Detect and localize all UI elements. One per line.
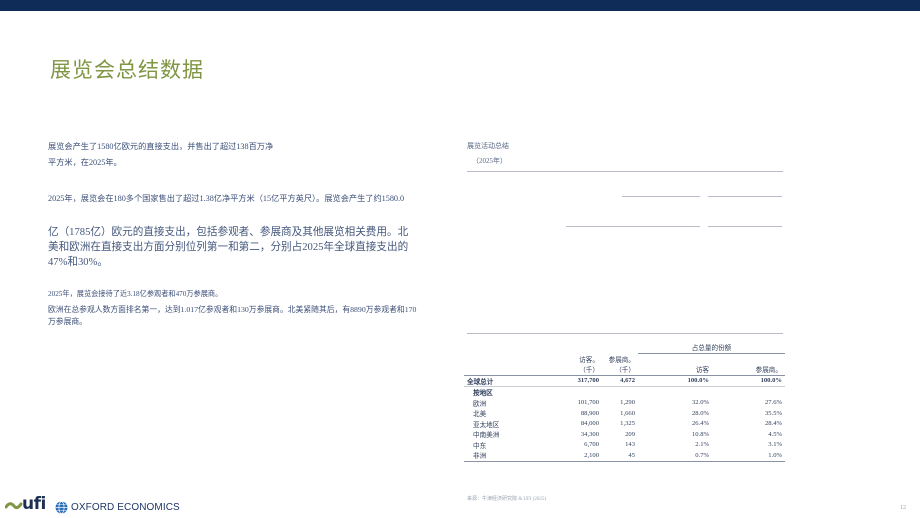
top-bar xyxy=(0,0,920,11)
table-row: 非洲 2,100 45 0.7% 1.0% xyxy=(464,450,785,462)
column-header-row: 访客。 参展商。 xyxy=(464,353,785,364)
region-visitors: 101,700 xyxy=(577,399,599,407)
region-name: 北美 xyxy=(473,411,487,419)
exhibition-summary-table: 占总量的份额 访客。 参展商。 （千） （千） 访客 参展商。 全球总计 317… xyxy=(464,342,785,462)
region-share-exhibitors: 35.5% xyxy=(764,409,782,417)
region-share-visitors: 32.0% xyxy=(691,399,709,407)
summary-paragraph-5: 欧洲在总参观人数方面排名第一，达到1.017亿参观者和130万参展商。北美紧随其… xyxy=(48,305,417,326)
share-header-row: 占总量的份额 xyxy=(464,342,785,354)
region-name: 中南美洲 xyxy=(473,432,500,440)
table-row: 中南美洲 34,300 209 10.8% 4.5% xyxy=(464,429,785,440)
region-visitors: 88,900 xyxy=(580,409,599,417)
region-visitors: 2,100 xyxy=(552,450,602,462)
region-exhibitors: 1,325 xyxy=(620,420,635,428)
col-visitors: 访客。 xyxy=(579,357,599,364)
region-visitors: 6,700 xyxy=(584,441,599,449)
page-title: 展览会总结数据 xyxy=(50,58,204,82)
region-share-visitors: 28.0% xyxy=(691,409,709,417)
region-name: 欧洲 xyxy=(473,400,487,408)
divider-line xyxy=(566,226,700,227)
divider-line xyxy=(622,196,700,197)
divider-line xyxy=(708,196,782,197)
source-note: 来源：牛津经济研究院 & UFI (2025) xyxy=(467,497,547,502)
table-row: 欧洲 101,700 1,290 32.0% 27.6% xyxy=(464,398,785,409)
divider-line xyxy=(467,333,783,334)
region-exhibitors: 1,290 xyxy=(620,399,635,407)
region-visitors: 84,000 xyxy=(580,420,599,428)
section-label: 按地区 xyxy=(473,390,493,398)
col-share-visitors: 访客 xyxy=(638,364,712,376)
region-share-exhibitors: 4.5% xyxy=(768,430,782,438)
region-share-exhibitors: 1.0% xyxy=(712,450,785,462)
region-share-visitors: 2.1% xyxy=(695,441,709,449)
globe-icon xyxy=(55,501,68,514)
global-total-row: 全球总计 317,700 4,672 100.0% 100.0% xyxy=(464,375,785,387)
region-exhibitors: 45 xyxy=(602,450,638,462)
table-row: 亚太地区 84,000 1,325 26.4% 28.4% xyxy=(464,419,785,430)
table-row: 北美 88,900 1,660 28.0% 35.5% xyxy=(464,408,785,419)
summary-paragraph-2: 2025年，展览会在180多个国家售出了超过1.38亿净平方米（15亿平方英尺）… xyxy=(48,194,405,203)
col-visitors-unit: （千） xyxy=(552,364,602,376)
total-share-exhibitors: 100.0% xyxy=(712,375,785,387)
divider-line xyxy=(708,226,782,227)
region-visitors: 34,300 xyxy=(580,430,599,438)
col-share-exhibitors: 参展商。 xyxy=(712,364,785,376)
region-name: 非洲 xyxy=(464,450,552,462)
table-subtitle: （2025年） xyxy=(472,157,507,165)
table-title: 展览活动总结 xyxy=(467,142,509,150)
region-share-visitors: 26.4% xyxy=(691,420,709,428)
total-share-visitors: 100.0% xyxy=(638,375,712,387)
total-label: 全球总计 xyxy=(464,375,552,387)
section-row: 按地区 xyxy=(464,387,785,398)
total-visitors: 317,700 xyxy=(552,375,602,387)
region-share-visitors: 10.8% xyxy=(691,430,709,438)
region-exhibitors: 209 xyxy=(625,430,635,438)
region-exhibitors: 1,660 xyxy=(620,409,635,417)
total-exhibitors: 4,672 xyxy=(602,375,638,387)
region-share-exhibitors: 3.1% xyxy=(768,441,782,449)
col-exhibitors-unit: （千） xyxy=(602,364,638,376)
table-row: 中东 6,700 143 2.1% 3.1% xyxy=(464,440,785,451)
page-number: 12 xyxy=(900,505,906,511)
col-exhibitors: 参展商。 xyxy=(608,357,635,364)
ufi-logo-text: ufi xyxy=(22,494,46,514)
region-share-visitors: 0.7% xyxy=(638,450,712,462)
column-unit-row: （千） （千） 访客 参展商。 xyxy=(464,364,785,376)
summary-paragraph-3: 亿（1785亿）欧元的直接支出，包括参观者、参展商及其他展览相关费用。北美和欧洲… xyxy=(48,227,409,268)
region-share-exhibitors: 28.4% xyxy=(764,420,782,428)
region-exhibitors: 143 xyxy=(625,441,635,449)
summary-paragraph-4: 2025年，展览会接待了近3.18亿参观者和470万参展商。 xyxy=(48,290,223,298)
oxford-economics-logo-text: OXFORD ECONOMICS xyxy=(71,502,180,513)
summary-paragraph-1: 展览会产生了1580亿欧元的直接支出，并售出了超过138百万净平方米，在2025… xyxy=(48,142,274,167)
region-name: 中东 xyxy=(473,442,487,450)
share-header: 占总量的份额 xyxy=(638,342,785,354)
region-share-exhibitors: 27.6% xyxy=(764,399,782,407)
region-name: 亚太地区 xyxy=(473,421,500,429)
divider-line xyxy=(467,171,783,172)
